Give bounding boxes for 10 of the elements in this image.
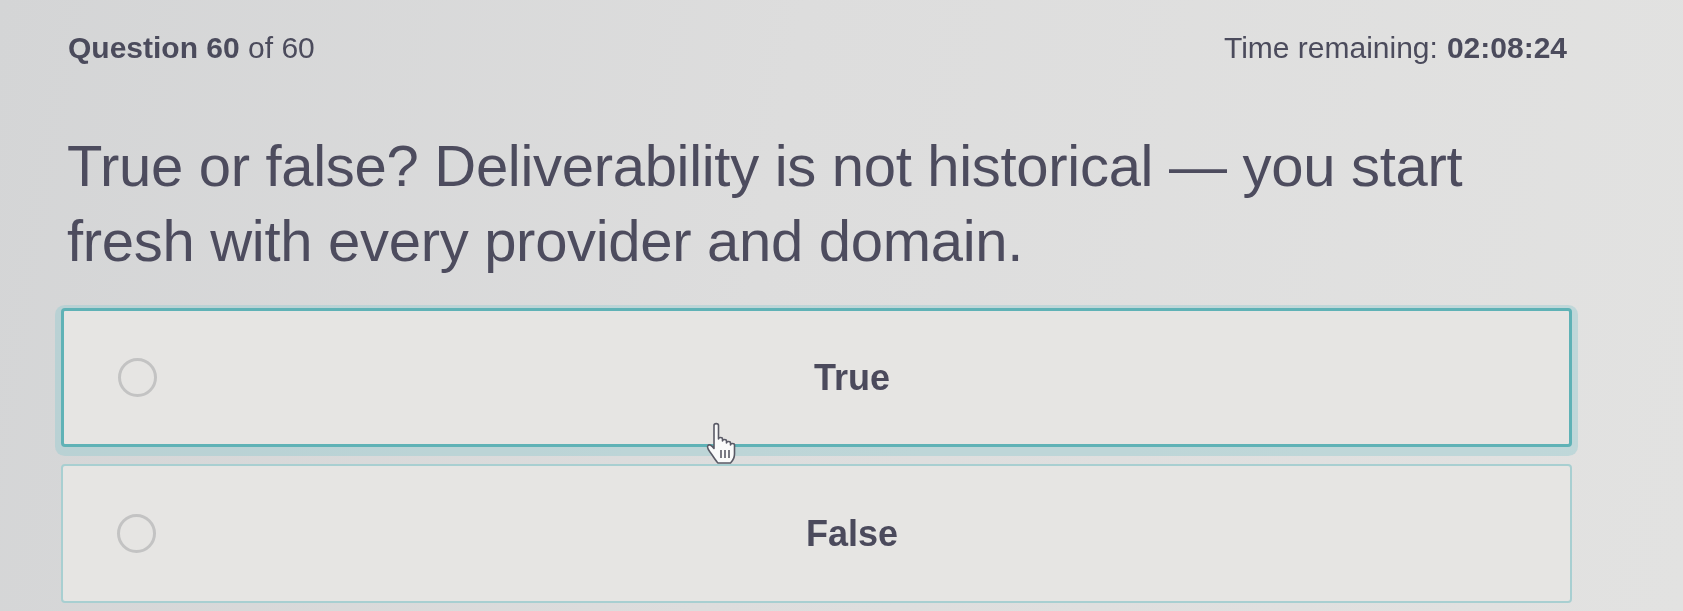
answer-option[interactable]: False bbox=[61, 464, 1572, 603]
option-label: False bbox=[805, 512, 899, 555]
question-counter: Question 60 of 60 bbox=[68, 30, 315, 66]
option-label: True bbox=[814, 356, 890, 399]
timer-value: 02:08:24 bbox=[1446, 30, 1567, 66]
timer-label: Time remaining: bbox=[1223, 30, 1438, 66]
radio-button[interactable] bbox=[118, 358, 157, 397]
answer-option[interactable]: True bbox=[61, 308, 1572, 447]
radio-button[interactable] bbox=[117, 514, 156, 553]
question-text: True or false? Deliverability is not historical — you start fresh with every provider and domain. bbox=[67, 132, 1464, 275]
